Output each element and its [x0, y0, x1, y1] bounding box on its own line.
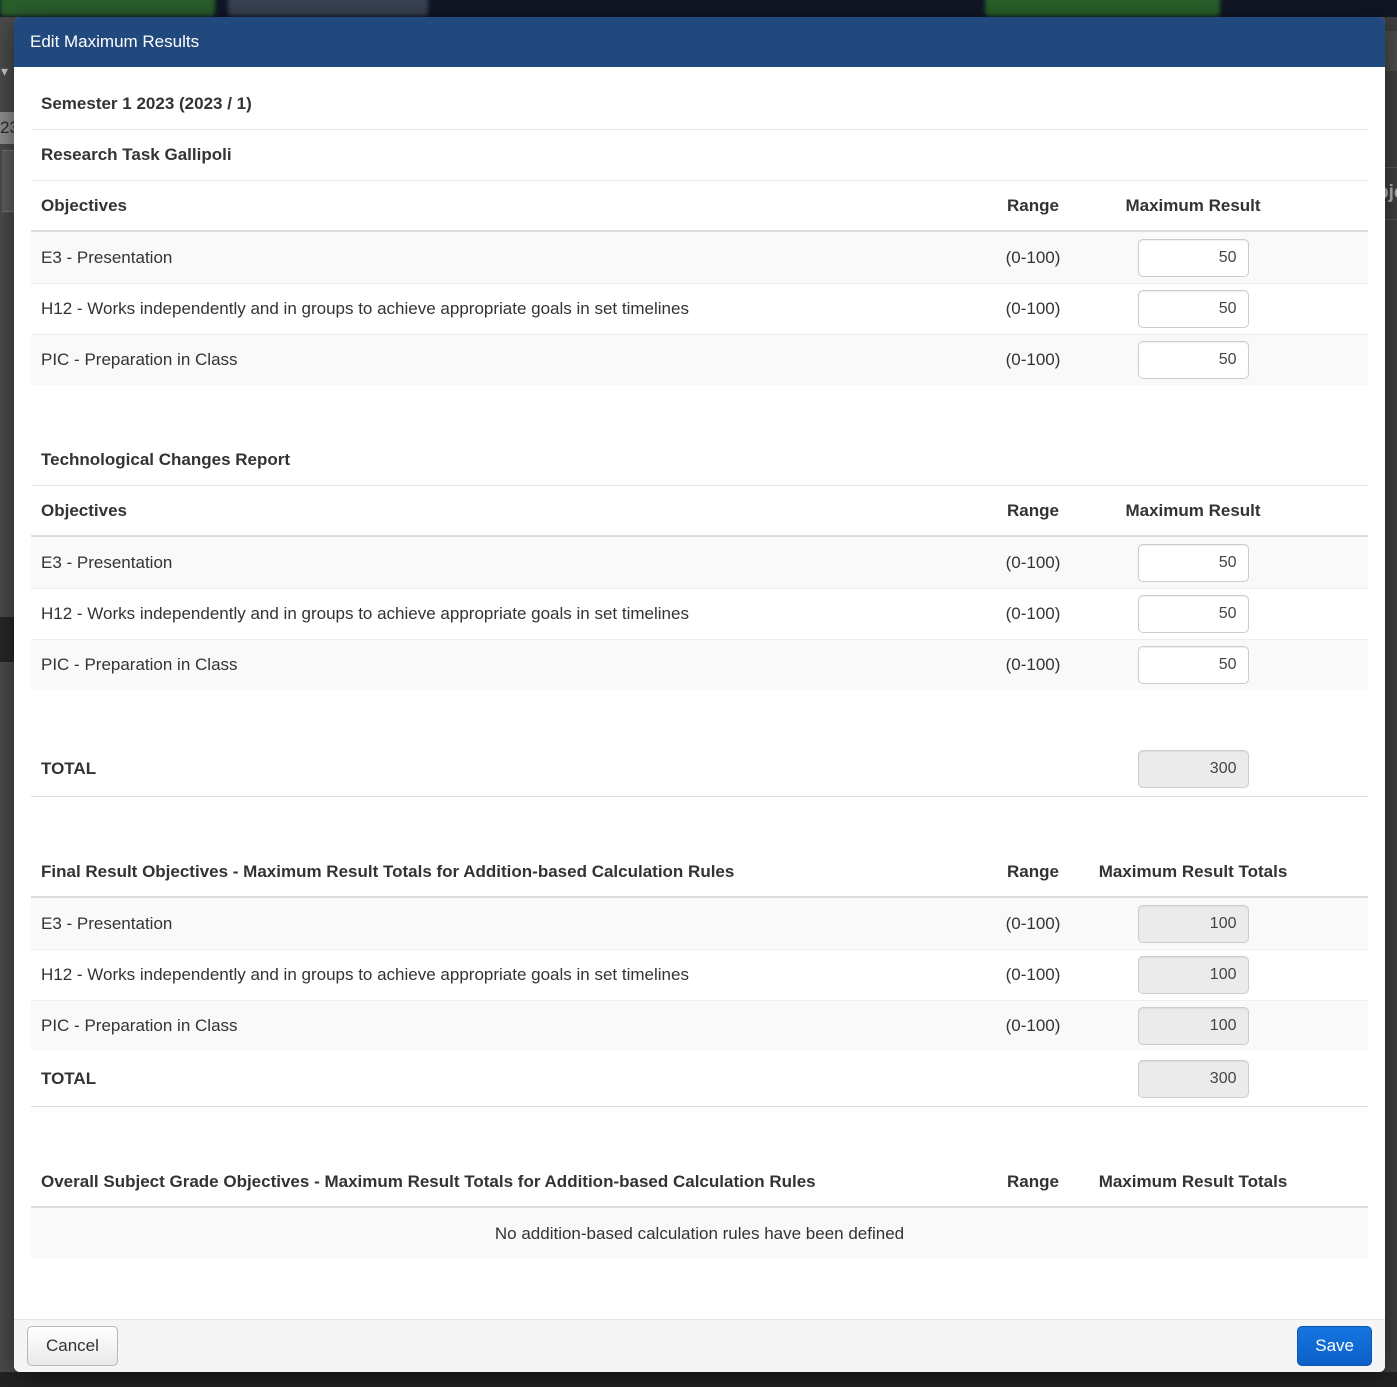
background-panel-fragment [2, 150, 14, 212]
final-total-input [1138, 1060, 1249, 1098]
divider [1385, 219, 1397, 220]
max-result-input[interactable] [1138, 646, 1249, 684]
table-row: E3 - Presentation (0-100) [31, 898, 1368, 949]
range-column-header: Range [968, 501, 1098, 521]
range-value: (0-100) [968, 965, 1098, 985]
objectives-column-header: Objectives [31, 196, 968, 216]
tasks-total-row: TOTAL [31, 741, 1368, 797]
max-result-input[interactable] [1138, 341, 1249, 379]
max-result-input[interactable] [1138, 544, 1249, 582]
final-section-header-row: Final Result Objectives - Maximum Result… [31, 847, 1368, 898]
objective-label: H12 - Works independently and in groups … [31, 299, 968, 319]
table-row: H12 - Works independently and in groups … [31, 949, 1368, 1000]
range-value: (0-100) [968, 553, 1098, 573]
background-bottom-edge [0, 1372, 1397, 1387]
edit-maximum-results-modal: Edit Maximum Results Semester 1 2023 (20… [14, 17, 1385, 1372]
max-result-column-header: Maximum Result [1098, 501, 1288, 521]
table-header-row: Objectives Range Maximum Result [31, 181, 1368, 232]
table-row: PIC - Preparation in Class (0-100) [31, 639, 1368, 690]
save-button[interactable]: Save [1297, 1326, 1372, 1366]
range-value: (0-100) [968, 248, 1098, 268]
modal-title: Edit Maximum Results [30, 32, 199, 52]
banner-logo-left [0, 0, 215, 16]
max-result-column-header: Maximum Result [1098, 196, 1288, 216]
objectives-column-header: Objectives [31, 501, 968, 521]
objective-label: E3 - Presentation [31, 248, 968, 268]
table-row: PIC - Preparation in Class (0-100) [31, 334, 1368, 385]
semester-heading: Semester 1 2023 (2023 / 1) [31, 79, 1368, 130]
objective-label: E3 - Presentation [31, 553, 968, 573]
task-heading: Research Task Gallipoli [31, 130, 1368, 181]
table-row: H12 - Works independently and in groups … [31, 283, 1368, 334]
task-heading: Technological Changes Report [31, 435, 1368, 486]
total-label: TOTAL [31, 759, 968, 779]
objective-label: E3 - Presentation [31, 914, 968, 934]
max-result-totals-column-header: Maximum Result Totals [1098, 862, 1288, 882]
modal-header: Edit Maximum Results [14, 17, 1385, 67]
background-text-fragment: bje [1385, 182, 1397, 204]
chevron-down-icon: ▾ [1, 63, 8, 80]
max-result-input[interactable] [1138, 290, 1249, 328]
background-right-edge: bje [1385, 17, 1397, 1372]
banner-figures-image [228, 0, 428, 16]
cancel-button[interactable]: Cancel [27, 1326, 118, 1366]
table-row: PIC - Preparation in Class (0-100) [31, 1000, 1368, 1051]
background-year-fragment: 23 [0, 112, 14, 144]
max-result-total-input [1138, 956, 1249, 994]
objective-label: H12 - Works independently and in groups … [31, 604, 968, 624]
final-total-row: TOTAL [31, 1051, 1368, 1107]
final-section-heading: Final Result Objectives - Maximum Result… [31, 862, 968, 882]
range-value: (0-100) [968, 299, 1098, 319]
banner-logo-right [985, 0, 1220, 16]
background-toolbar-fragment [1385, 31, 1397, 71]
empty-rules-message: No addition-based calculation rules have… [31, 1208, 1368, 1259]
modal-body: Semester 1 2023 (2023 / 1) Research Task… [14, 67, 1385, 1319]
max-result-input[interactable] [1138, 239, 1249, 277]
background-banner [0, 0, 1397, 17]
total-label: TOTAL [31, 1069, 968, 1089]
divider [1385, 167, 1397, 168]
range-value: (0-100) [968, 1016, 1098, 1036]
range-value: (0-100) [968, 604, 1098, 624]
range-column-header: Range [968, 862, 1098, 882]
max-result-input[interactable] [1138, 595, 1249, 633]
table-header-row: Objectives Range Maximum Result [31, 486, 1368, 537]
modal-footer: Cancel Save [14, 1319, 1385, 1372]
max-result-totals-column-header: Maximum Result Totals [1098, 1172, 1288, 1192]
objective-label: PIC - Preparation in Class [31, 350, 968, 370]
range-value: (0-100) [968, 350, 1098, 370]
max-result-total-input [1138, 905, 1249, 943]
overall-section-heading: Overall Subject Grade Objectives - Maxim… [31, 1172, 968, 1192]
table-row: H12 - Works independently and in groups … [31, 588, 1368, 639]
background-dark-fragment [0, 617, 14, 662]
range-value: (0-100) [968, 914, 1098, 934]
overall-section-header-row: Overall Subject Grade Objectives - Maxim… [31, 1157, 1368, 1208]
range-value: (0-100) [968, 655, 1098, 675]
objective-label: H12 - Works independently and in groups … [31, 965, 968, 985]
table-row: E3 - Presentation (0-100) [31, 232, 1368, 283]
range-column-header: Range [968, 196, 1098, 216]
table-row: E3 - Presentation (0-100) [31, 537, 1368, 588]
max-result-total-input [1138, 1007, 1249, 1045]
objective-label: PIC - Preparation in Class [31, 655, 968, 675]
tasks-total-input [1138, 750, 1249, 788]
background-left-edge: ▾ 23 [0, 17, 14, 1372]
objective-label: PIC - Preparation in Class [31, 1016, 968, 1036]
range-column-header: Range [968, 1172, 1098, 1192]
